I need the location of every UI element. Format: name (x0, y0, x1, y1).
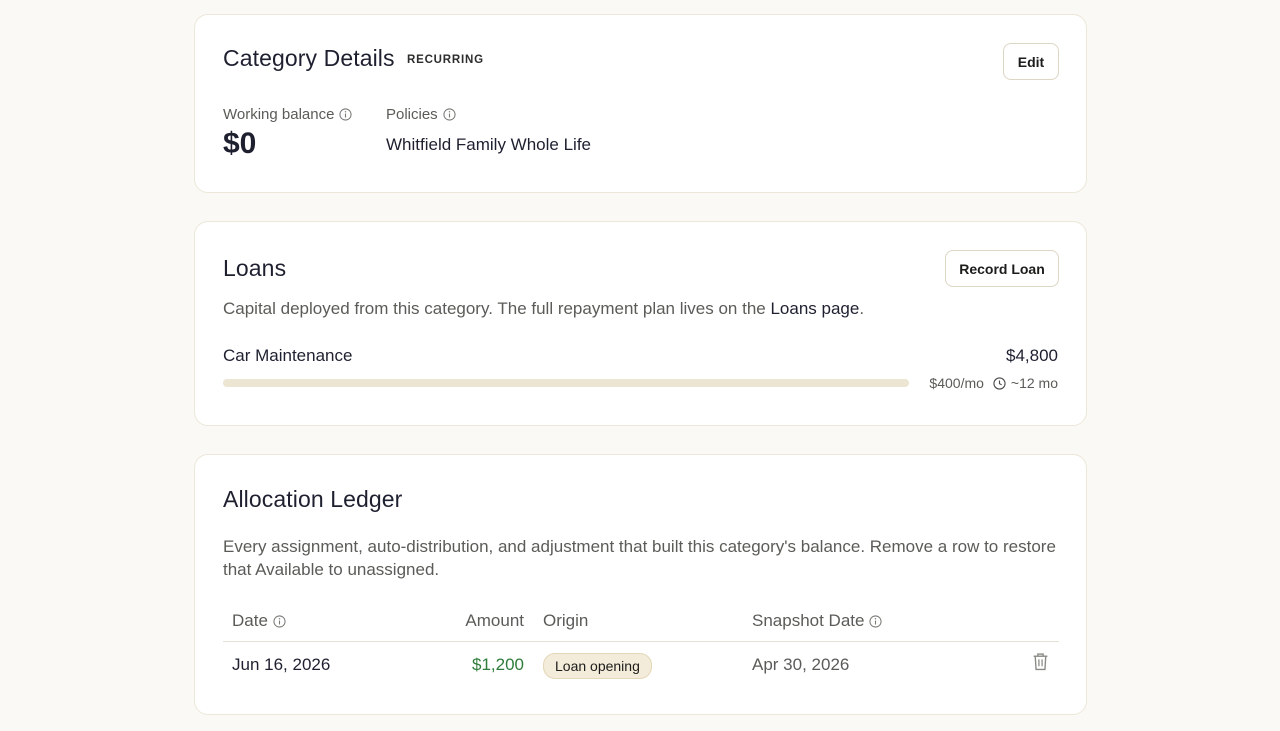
column-header-date-group[interactable]: Date (232, 611, 286, 631)
column-header-amount[interactable]: Amount (465, 611, 524, 631)
table-header-divider (223, 641, 1059, 642)
info-icon[interactable] (869, 615, 883, 628)
loan-monthly: $400/mo (929, 375, 984, 391)
category-details-card: Category Details RECURRING Edit Working … (194, 14, 1087, 193)
loan-amount: $4,800 (1006, 346, 1058, 365)
recurring-badge: RECURRING (407, 54, 484, 66)
info-icon[interactable] (273, 615, 286, 628)
loan-duration: ~12 mo (1010, 375, 1058, 391)
loans-card: Loans Record Loan Capital deployed from … (194, 221, 1087, 426)
allocation-ledger-title: Allocation Ledger (223, 486, 403, 512)
ledger-description: Every assignment, auto-distribution, and… (223, 537, 1056, 579)
column-header-snapshot-date-group[interactable]: Snapshot Date (752, 611, 883, 631)
info-icon[interactable] (339, 108, 353, 121)
column-header-date: Date (232, 611, 268, 630)
loans-description: Capital deployed from this category. The… (223, 297, 864, 320)
record-loan-button[interactable]: Record Loan (945, 250, 1059, 287)
column-header-origin[interactable]: Origin (543, 611, 588, 631)
working-balance-value: $0 (223, 127, 257, 160)
info-icon[interactable] (443, 108, 456, 121)
column-header-snapshot-date: Snapshot Date (752, 611, 865, 630)
row-snapshot-date: Apr 30, 2026 (752, 655, 850, 674)
working-balance-label: Working balance (223, 106, 335, 123)
clock-icon (993, 376, 1006, 390)
loan-progress-bar (223, 379, 909, 387)
policies-label: Policies (386, 106, 438, 123)
category-details-title: Category Details (223, 45, 395, 71)
policies-value: Whitfield Family Whole Life (386, 135, 592, 154)
trash-icon[interactable] (1032, 652, 1049, 671)
loan-name: Car Maintenance (223, 346, 353, 365)
allocation-ledger-card: Allocation Ledger Every assignment, auto… (194, 454, 1087, 715)
working-balance-label-group: Working balance (223, 106, 353, 123)
origin-badge: Loan opening (543, 653, 652, 679)
loans-description-end: . (859, 299, 865, 318)
row-date: Jun 16, 2026 (232, 655, 331, 674)
row-amount: $1,200 (472, 655, 524, 674)
loans-page-link[interactable]: Loans page (770, 299, 859, 318)
loans-title: Loans (223, 255, 287, 281)
loan-meta: $400/mo ~12 mo (929, 375, 1058, 391)
edit-button[interactable]: Edit (1003, 43, 1059, 80)
loans-description-text: Capital deployed from this category. The… (223, 299, 771, 318)
policies-label-group: Policies (386, 106, 456, 123)
